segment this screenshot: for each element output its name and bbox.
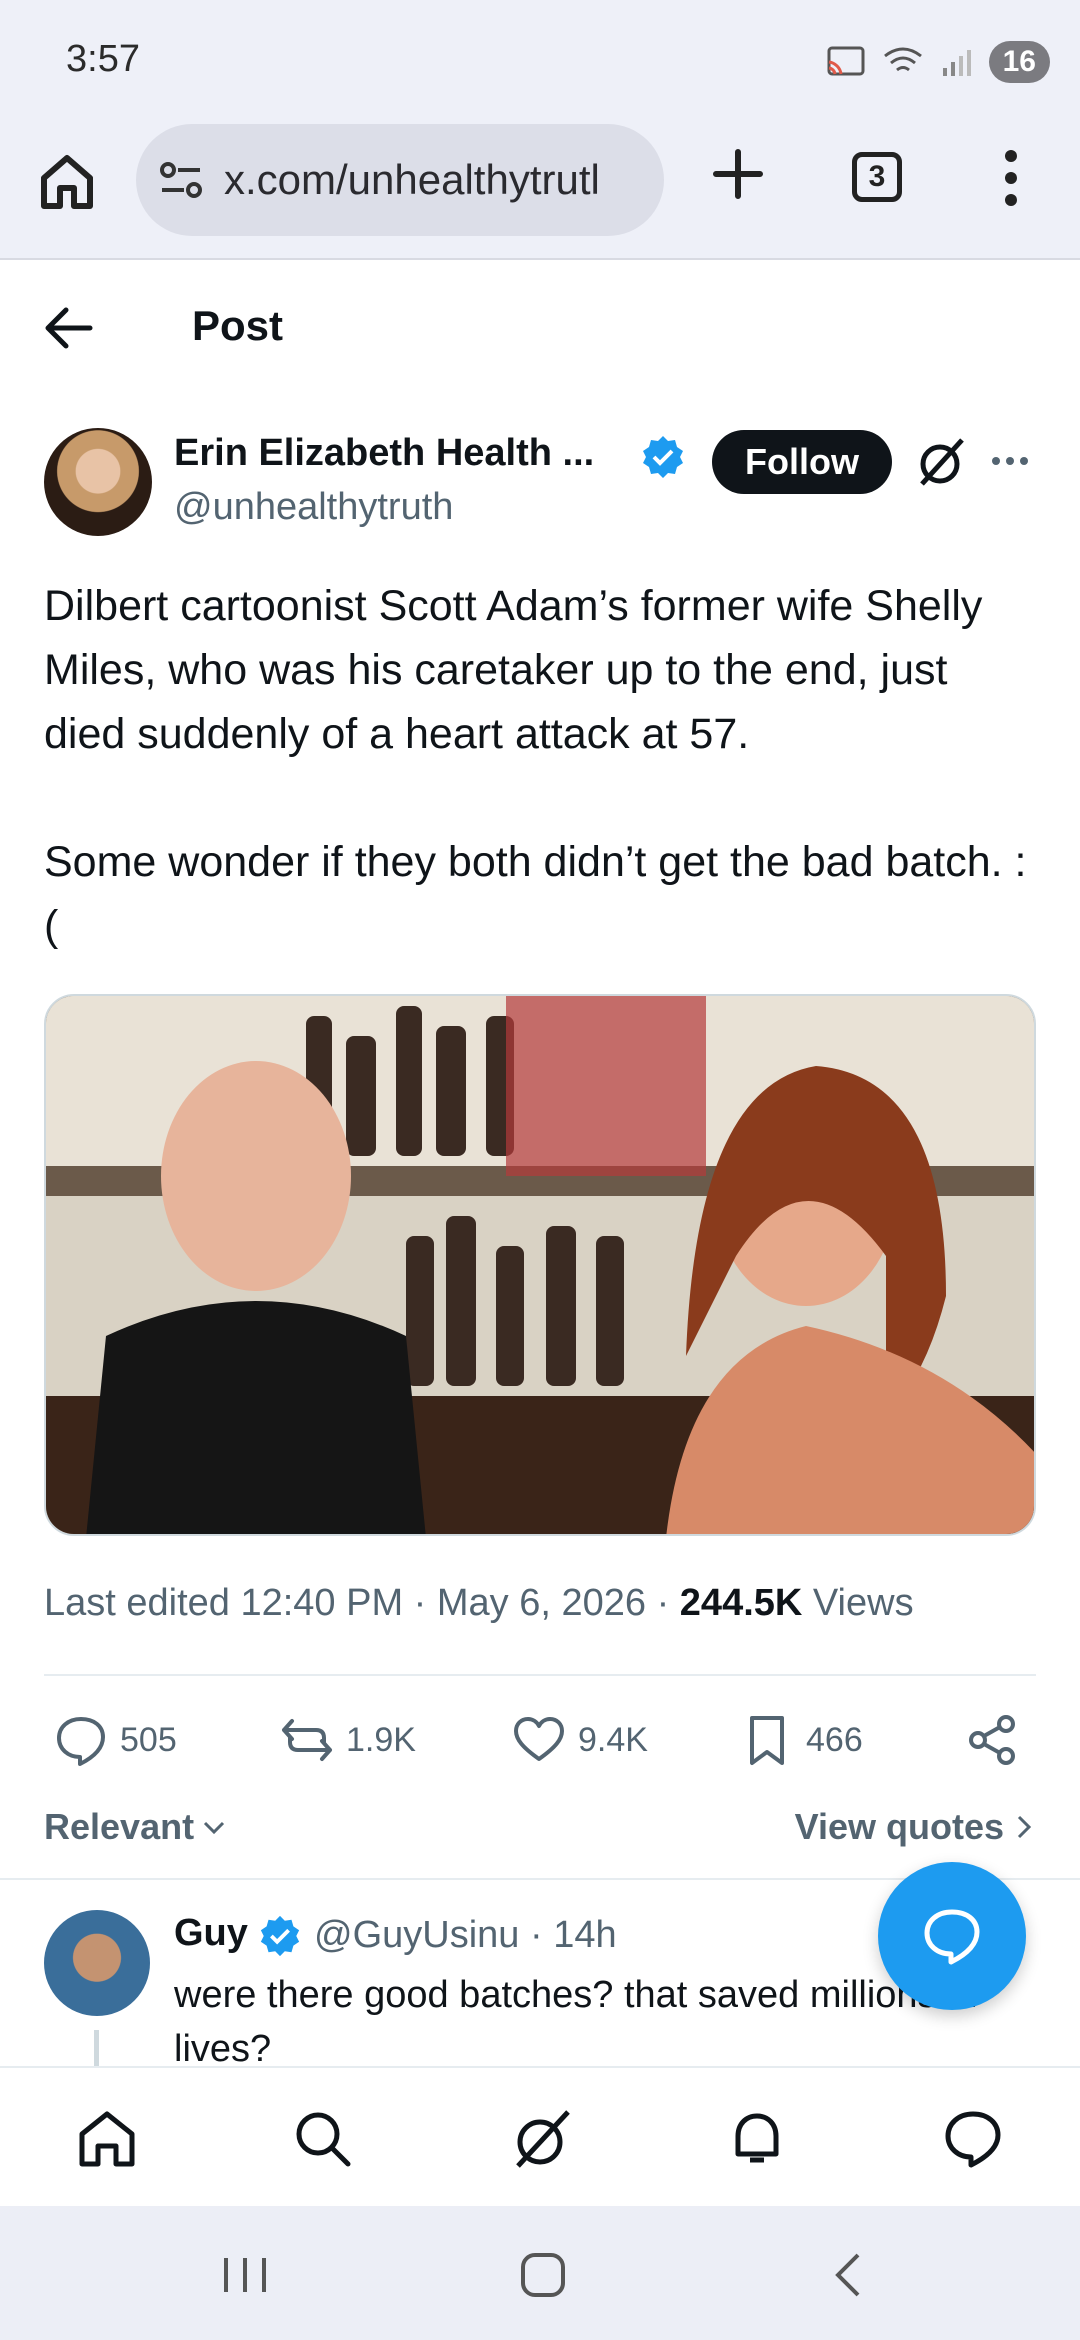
- like-count: 9.4K: [578, 1720, 648, 1759]
- url-bar[interactable]: x.com/unhealthytrutl: [136, 124, 664, 236]
- author-handle[interactable]: @unhealthytruth: [174, 486, 453, 529]
- sort-replies-dropdown[interactable]: Relevant: [44, 1806, 228, 1848]
- bookmark-icon: [750, 1716, 784, 1765]
- views-count: 244.5K: [679, 1582, 803, 1624]
- view-quotes-link[interactable]: View quotes: [795, 1806, 1036, 1848]
- post-text: Dilbert cartoonist Scott Adam’s former w…: [44, 582, 1027, 950]
- browser-home-icon[interactable]: [38, 152, 96, 212]
- views-label: Views: [802, 1582, 914, 1624]
- signal-icon: [942, 50, 971, 76]
- bottom-nav: [0, 2066, 1080, 2206]
- new-tab-icon[interactable]: [710, 146, 766, 202]
- nav-search-icon[interactable]: [290, 2106, 356, 2172]
- view-quotes-label: View quotes: [794, 1806, 1004, 1847]
- like-button[interactable]: 9.4K: [512, 1708, 648, 1772]
- back-button-icon[interactable]: [828, 2250, 868, 2300]
- verified-badge-icon: [260, 1915, 300, 1957]
- compose-reply-button[interactable]: [878, 1862, 1026, 2010]
- verified-badge-icon: [643, 436, 683, 478]
- grok-icon[interactable]: [916, 436, 966, 488]
- status-bar: 3:57 16: [0, 0, 1080, 118]
- chat-bubble-icon: [924, 1909, 980, 1965]
- chevron-right-icon: [1017, 1815, 1032, 1839]
- reply-handle-time[interactable]: @GuyUsinu · 14h: [314, 1914, 617, 1957]
- recent-apps-icon[interactable]: [218, 2250, 272, 2300]
- post-photo-illustration: [46, 996, 1034, 1534]
- repost-icon: [282, 1719, 332, 1761]
- reply-button[interactable]: 505: [54, 1708, 177, 1772]
- home-button-icon[interactable]: [518, 2250, 568, 2300]
- browser-toolbar: x.com/unhealthytrutl 3: [0, 118, 1080, 260]
- nav-home-icon[interactable]: [74, 2106, 140, 2172]
- reply-author-name[interactable]: Guy: [174, 1912, 248, 1955]
- page-title: Post: [192, 302, 284, 349]
- tab-switcher-button[interactable]: 3: [852, 152, 902, 202]
- heart-icon: [514, 1717, 564, 1761]
- divider: [44, 1674, 1036, 1676]
- share-button[interactable]: [966, 1708, 1020, 1772]
- back-arrow-icon[interactable]: [44, 306, 94, 350]
- more-options-icon[interactable]: [990, 446, 1030, 476]
- nav-messages-icon[interactable]: [940, 2106, 1006, 2172]
- sort-label: Relevant: [44, 1806, 195, 1847]
- share-icon: [969, 1715, 1015, 1765]
- author-name[interactable]: Erin Elizabeth Health ...: [174, 432, 594, 475]
- battery-indicator: 16: [988, 41, 1050, 83]
- repost-count: 1.9K: [346, 1720, 416, 1759]
- wifi-icon: [883, 47, 922, 72]
- bookmark-button[interactable]: 466: [740, 1708, 863, 1772]
- bookmark-count: 466: [806, 1720, 863, 1759]
- author-avatar[interactable]: [44, 428, 152, 536]
- edited-timestamp[interactable]: Last edited 12:40 PM · May 6, 2026 ·: [44, 1582, 680, 1624]
- post-image[interactable]: [44, 994, 1036, 1536]
- repost-button[interactable]: 1.9K: [280, 1708, 416, 1772]
- post-actions: 505 1.9K 9.4K 466: [44, 1708, 1036, 1772]
- url-text: x.com/unhealthytrutl: [224, 156, 600, 203]
- nav-grok-icon[interactable]: [508, 2106, 574, 2172]
- browser-menu-icon[interactable]: [996, 148, 1026, 208]
- system-navigation-bar: [0, 2206, 1080, 2340]
- follow-button[interactable]: Follow: [712, 430, 892, 494]
- chevron-down-icon: [204, 1821, 225, 1835]
- reply-icon: [57, 1717, 105, 1766]
- nav-notifications-icon[interactable]: [724, 2106, 790, 2172]
- post-meta: Last edited 12:40 PM · May 6, 2026 · 244…: [44, 1582, 914, 1625]
- status-time: 3:57: [66, 38, 140, 80]
- post-header: Post: [0, 262, 1080, 392]
- cast-icon: [827, 46, 865, 76]
- reply-avatar[interactable]: [44, 1910, 150, 2016]
- status-icons: 16: [825, 40, 1050, 84]
- site-settings-icon[interactable]: [158, 160, 204, 200]
- reply-count: 505: [120, 1720, 177, 1759]
